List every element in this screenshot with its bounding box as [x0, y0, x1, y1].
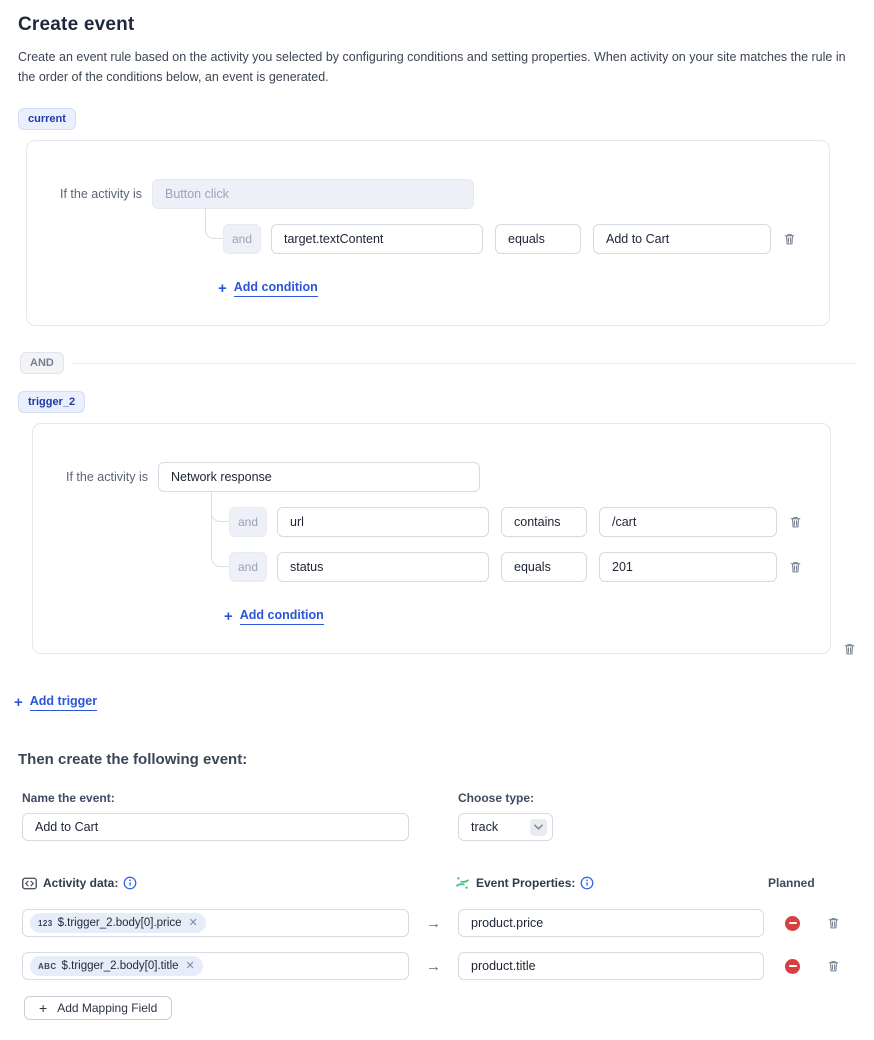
mapping-row: 123 $.trigger_2.body[0].price ✕ → [22, 909, 856, 937]
delete-condition-button[interactable] [787, 513, 804, 531]
minus-circle-icon[interactable] [785, 916, 800, 931]
condition-field-input[interactable] [277, 507, 489, 537]
divider-line [72, 363, 856, 364]
source-path-pill: ABC $.trigger_2.body[0].title ✕ [30, 956, 203, 976]
condition-row: and [33, 552, 830, 582]
add-condition-label: Add condition [234, 280, 318, 297]
mapping-row: ABC $.trigger_2.body[0].title ✕ → [22, 952, 856, 980]
trigger-card-1: If the activity is and + Add condition [26, 140, 830, 326]
event-form: Name the event: Choose type: track [18, 791, 856, 1020]
add-condition-link[interactable]: + Add condition [27, 280, 829, 297]
event-properties-label: Event Properties: [476, 876, 575, 890]
segment-icon [455, 875, 470, 891]
trash-icon [827, 916, 840, 930]
info-icon[interactable] [123, 876, 137, 890]
trigger-card-2: If the activity is and and [32, 423, 831, 654]
and-pill: AND [20, 352, 64, 374]
activity-row: If the activity is [33, 462, 830, 492]
add-condition-label: Add condition [240, 608, 324, 625]
trigger-2-wrapper: If the activity is and and [18, 423, 831, 654]
mapping-target-input[interactable] [458, 952, 764, 980]
add-condition-link[interactable]: + Add condition [33, 608, 830, 625]
and-divider: AND [20, 352, 856, 374]
mapping-target-input[interactable] [458, 909, 764, 937]
condition-row: and [27, 224, 829, 254]
trigger-badge-2: trigger_2 [18, 391, 85, 413]
event-type-label: Choose type: [458, 791, 553, 805]
close-icon[interactable]: ✕ [186, 961, 195, 972]
trash-icon [783, 232, 796, 246]
condition-connector [211, 492, 229, 567]
event-type-select[interactable]: track [458, 813, 553, 841]
event-type-value: track [471, 820, 530, 834]
source-path-pill: 123 $.trigger_2.body[0].price ✕ [30, 913, 206, 933]
event-name-group: Name the event: [22, 791, 409, 841]
event-properties-header: Event Properties: [455, 875, 768, 891]
condition-value-input[interactable] [593, 224, 771, 254]
source-path-text: $.trigger_2.body[0].title [62, 960, 179, 972]
mapping-source-input[interactable]: ABC $.trigger_2.body[0].title ✕ [22, 952, 409, 980]
condition-operator-input[interactable] [495, 224, 581, 254]
chevron-down-icon [530, 819, 547, 836]
joiner-chip: and [229, 507, 267, 537]
trigger-badge-current: current [18, 108, 76, 130]
minus-circle-icon[interactable] [785, 959, 800, 974]
plus-icon: + [39, 1000, 47, 1016]
page-description: Create an event rule based on the activi… [18, 47, 856, 87]
mapping-header-row: Activity data: Event Properties: [22, 875, 856, 891]
code-icon [22, 877, 37, 890]
activity-input[interactable] [152, 179, 474, 209]
trash-icon [789, 515, 802, 529]
info-icon[interactable] [580, 876, 594, 890]
string-type-tag: ABC [38, 962, 57, 971]
condition-value-input[interactable] [599, 507, 777, 537]
trash-icon [827, 959, 840, 973]
event-name-label: Name the event: [22, 791, 409, 805]
plus-icon: + [224, 609, 233, 624]
page-title: Create event [18, 14, 856, 36]
delete-mapping-button[interactable] [825, 957, 842, 975]
event-type-group: Choose type: track [458, 791, 553, 841]
name-type-row: Name the event: Choose type: track [22, 791, 856, 841]
condition-connector [205, 209, 223, 239]
activity-label: If the activity is [60, 187, 152, 201]
condition-operator-input[interactable] [501, 507, 587, 537]
close-icon[interactable]: ✕ [189, 918, 198, 929]
add-mapping-label: Add Mapping Field [57, 1001, 157, 1015]
delete-condition-button[interactable] [787, 558, 804, 576]
condition-value-input[interactable] [599, 552, 777, 582]
arrow-right-icon: → [409, 915, 458, 932]
delete-trigger-button[interactable] [841, 640, 858, 658]
create-event-page: Create event Create an event rule based … [0, 0, 874, 1040]
condition-row: and [33, 507, 830, 537]
activity-data-label: Activity data: [43, 876, 118, 890]
number-type-tag: 123 [38, 919, 53, 928]
condition-operator-input[interactable] [501, 552, 587, 582]
activity-input[interactable] [158, 462, 480, 492]
joiner-chip: and [223, 224, 261, 254]
activity-label: If the activity is [66, 470, 158, 484]
joiner-chip: and [229, 552, 267, 582]
condition-field-input[interactable] [277, 552, 489, 582]
source-path-text: $.trigger_2.body[0].price [58, 917, 182, 929]
event-section-heading: Then create the following event: [18, 751, 856, 768]
activity-data-header: Activity data: [22, 876, 455, 890]
plus-icon: + [14, 695, 23, 710]
arrow-right-icon: → [409, 958, 458, 975]
mapping-source-input[interactable]: 123 $.trigger_2.body[0].price ✕ [22, 909, 409, 937]
condition-field-input[interactable] [271, 224, 483, 254]
add-trigger-label: Add trigger [30, 694, 97, 711]
add-trigger-link[interactable]: + Add trigger [14, 694, 856, 711]
plus-icon: + [218, 281, 227, 296]
delete-mapping-button[interactable] [825, 914, 842, 932]
trash-icon [843, 642, 856, 656]
delete-condition-button[interactable] [781, 230, 798, 248]
add-mapping-field-button[interactable]: + Add Mapping Field [24, 996, 172, 1020]
trash-icon [789, 560, 802, 574]
planned-column-label: Planned [768, 876, 815, 890]
event-name-input[interactable] [22, 813, 409, 841]
activity-row: If the activity is [27, 179, 829, 209]
